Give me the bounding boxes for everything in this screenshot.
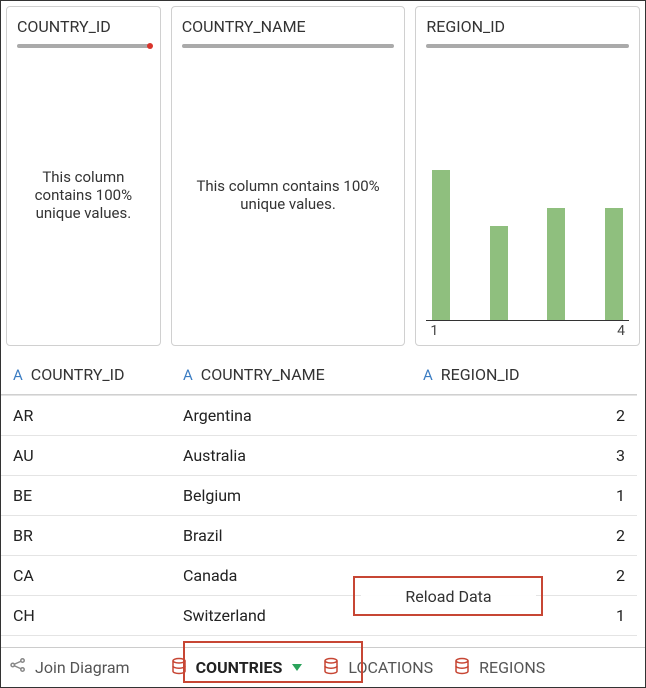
axis-min: 1 xyxy=(430,323,438,339)
table-row[interactable]: CACanada2 xyxy=(1,555,637,595)
share-icon xyxy=(9,656,27,679)
card-title: REGION_ID xyxy=(426,17,629,36)
column-header-country-id[interactable]: A COUNTRY_ID xyxy=(1,355,171,394)
bottom-tab-bar: Join Diagram COUNTRIES LOCATIONS xyxy=(1,647,645,687)
locations-tab[interactable]: LOCATIONS xyxy=(322,657,433,679)
cell-country-name: Australia xyxy=(171,436,411,475)
cell-country-id: BR xyxy=(1,516,171,555)
type-badge: A xyxy=(13,366,23,384)
chart-bar xyxy=(490,226,508,320)
regions-tab[interactable]: REGIONS xyxy=(453,657,545,679)
cell-country-name: Argentina xyxy=(171,396,411,435)
table-header: A COUNTRY_ID A COUNTRY_NAME A REGION_ID xyxy=(1,355,637,395)
tab-label: REGIONS xyxy=(479,658,545,677)
reload-data-menu-item[interactable]: Reload Data xyxy=(361,581,536,611)
profile-card-region-id[interactable]: REGION_ID 1 4 xyxy=(415,6,640,346)
cell-country-name: Brazil xyxy=(171,516,411,555)
cell-region-id: 3 xyxy=(411,436,637,475)
cell-region-id: 2 xyxy=(411,516,637,555)
database-icon xyxy=(170,657,188,679)
data-table: A COUNTRY_ID A COUNTRY_NAME A REGION_ID … xyxy=(1,355,637,675)
database-icon xyxy=(322,657,340,679)
card-body-text: This column contains 100% unique values. xyxy=(182,50,395,339)
quality-bar xyxy=(182,42,395,50)
type-badge: A xyxy=(183,366,193,384)
cell-country-name: Belgium xyxy=(171,476,411,515)
axis-max: 4 xyxy=(617,323,625,339)
caret-down-icon xyxy=(292,664,302,671)
column-label: REGION_ID xyxy=(441,365,520,384)
cell-country-id: BE xyxy=(1,476,171,515)
countries-tab[interactable]: COUNTRIES xyxy=(170,657,303,679)
distribution-chart: 1 4 xyxy=(426,50,629,339)
profile-card-country-name[interactable]: COUNTRY_NAME This column contains 100% u… xyxy=(171,6,406,346)
chart-bar xyxy=(432,170,450,320)
tab-label: Join Diagram xyxy=(35,658,130,677)
table-row[interactable]: BEBelgium1 xyxy=(1,475,637,515)
join-diagram-tab[interactable]: Join Diagram xyxy=(9,656,130,679)
chart-bar xyxy=(547,208,565,321)
card-title: COUNTRY_NAME xyxy=(182,17,395,36)
column-label: COUNTRY_NAME xyxy=(201,365,325,384)
table-row[interactable]: AUAustralia3 xyxy=(1,435,637,475)
cell-country-id: AU xyxy=(1,436,171,475)
chart-bar xyxy=(605,208,623,321)
tab-label: COUNTRIES xyxy=(196,658,283,677)
profile-card-country-id[interactable]: COUNTRY_ID This column contains 100% uni… xyxy=(6,6,161,346)
card-body-text: This column contains 100% unique values. xyxy=(17,50,150,339)
type-badge: A xyxy=(423,366,433,384)
cell-region-id: 2 xyxy=(411,396,637,435)
cell-country-id: AR xyxy=(1,396,171,435)
column-header-region-id[interactable]: A REGION_ID xyxy=(411,355,637,394)
table-row[interactable]: BRBrazil2 xyxy=(1,515,637,555)
table-row[interactable]: ARArgentina2 xyxy=(1,395,637,435)
quality-bar xyxy=(17,42,150,50)
tab-label: LOCATIONS xyxy=(348,658,433,677)
database-icon xyxy=(453,657,471,679)
card-title: COUNTRY_ID xyxy=(17,17,150,36)
column-label: COUNTRY_ID xyxy=(31,365,125,384)
cell-country-id: CH xyxy=(1,596,171,635)
table-row[interactable]: CHSwitzerland1 xyxy=(1,595,637,635)
cell-country-id: CA xyxy=(1,556,171,595)
column-header-country-name[interactable]: A COUNTRY_NAME xyxy=(171,355,411,394)
quality-bar xyxy=(426,42,629,50)
column-profile-cards: COUNTRY_ID This column contains 100% uni… xyxy=(1,1,645,351)
cell-region-id: 1 xyxy=(411,476,637,515)
